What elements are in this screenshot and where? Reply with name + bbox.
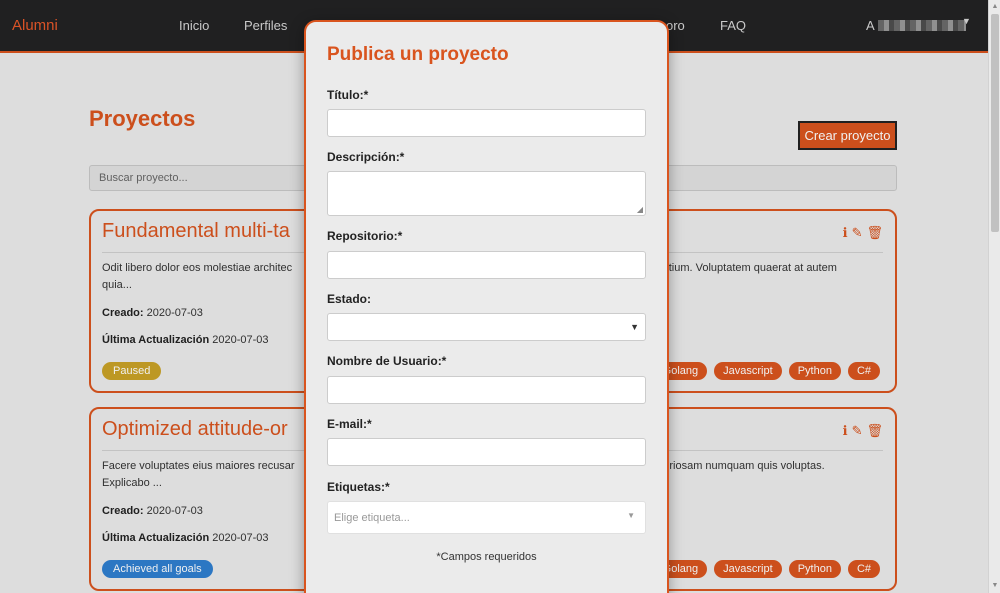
- scrollbar-thumb[interactable]: [991, 14, 999, 232]
- modal-title: Publica un proyecto: [327, 44, 509, 65]
- required-fields-note: *Campos requeridos: [436, 551, 537, 563]
- tags-select[interactable]: Elige etiqueta... ▼: [327, 501, 646, 534]
- publish-project-modal: Publica un proyecto Título:* Descripción…: [304, 20, 669, 593]
- description-label: Descripción:*: [327, 150, 405, 164]
- tags-placeholder: Elige etiqueta...: [334, 512, 410, 524]
- page-scrollbar[interactable]: ▲ ▼: [988, 0, 1000, 593]
- username-label: Nombre de Usuario:*: [327, 354, 447, 368]
- status-label: Estado:: [327, 292, 372, 306]
- scroll-up-icon[interactable]: ▲: [990, 1, 1000, 13]
- description-textarea[interactable]: ◢: [327, 171, 646, 216]
- scroll-down-icon[interactable]: ▼: [990, 580, 1000, 592]
- repository-input[interactable]: [327, 251, 646, 279]
- username-input[interactable]: [327, 376, 646, 404]
- email-label: E-mail:*: [327, 417, 372, 431]
- tags-label: Etiquetas:*: [327, 480, 390, 494]
- email-field[interactable]: [327, 438, 646, 466]
- title-input[interactable]: [327, 109, 646, 137]
- chevron-down-icon: ▼: [627, 511, 635, 520]
- resize-grip-icon[interactable]: ◢: [637, 205, 643, 214]
- status-select[interactable]: ▼: [327, 313, 646, 341]
- repository-label: Repositorio:*: [327, 229, 403, 243]
- title-label: Título:*: [327, 88, 369, 102]
- chevron-down-icon: ▼: [630, 322, 639, 332]
